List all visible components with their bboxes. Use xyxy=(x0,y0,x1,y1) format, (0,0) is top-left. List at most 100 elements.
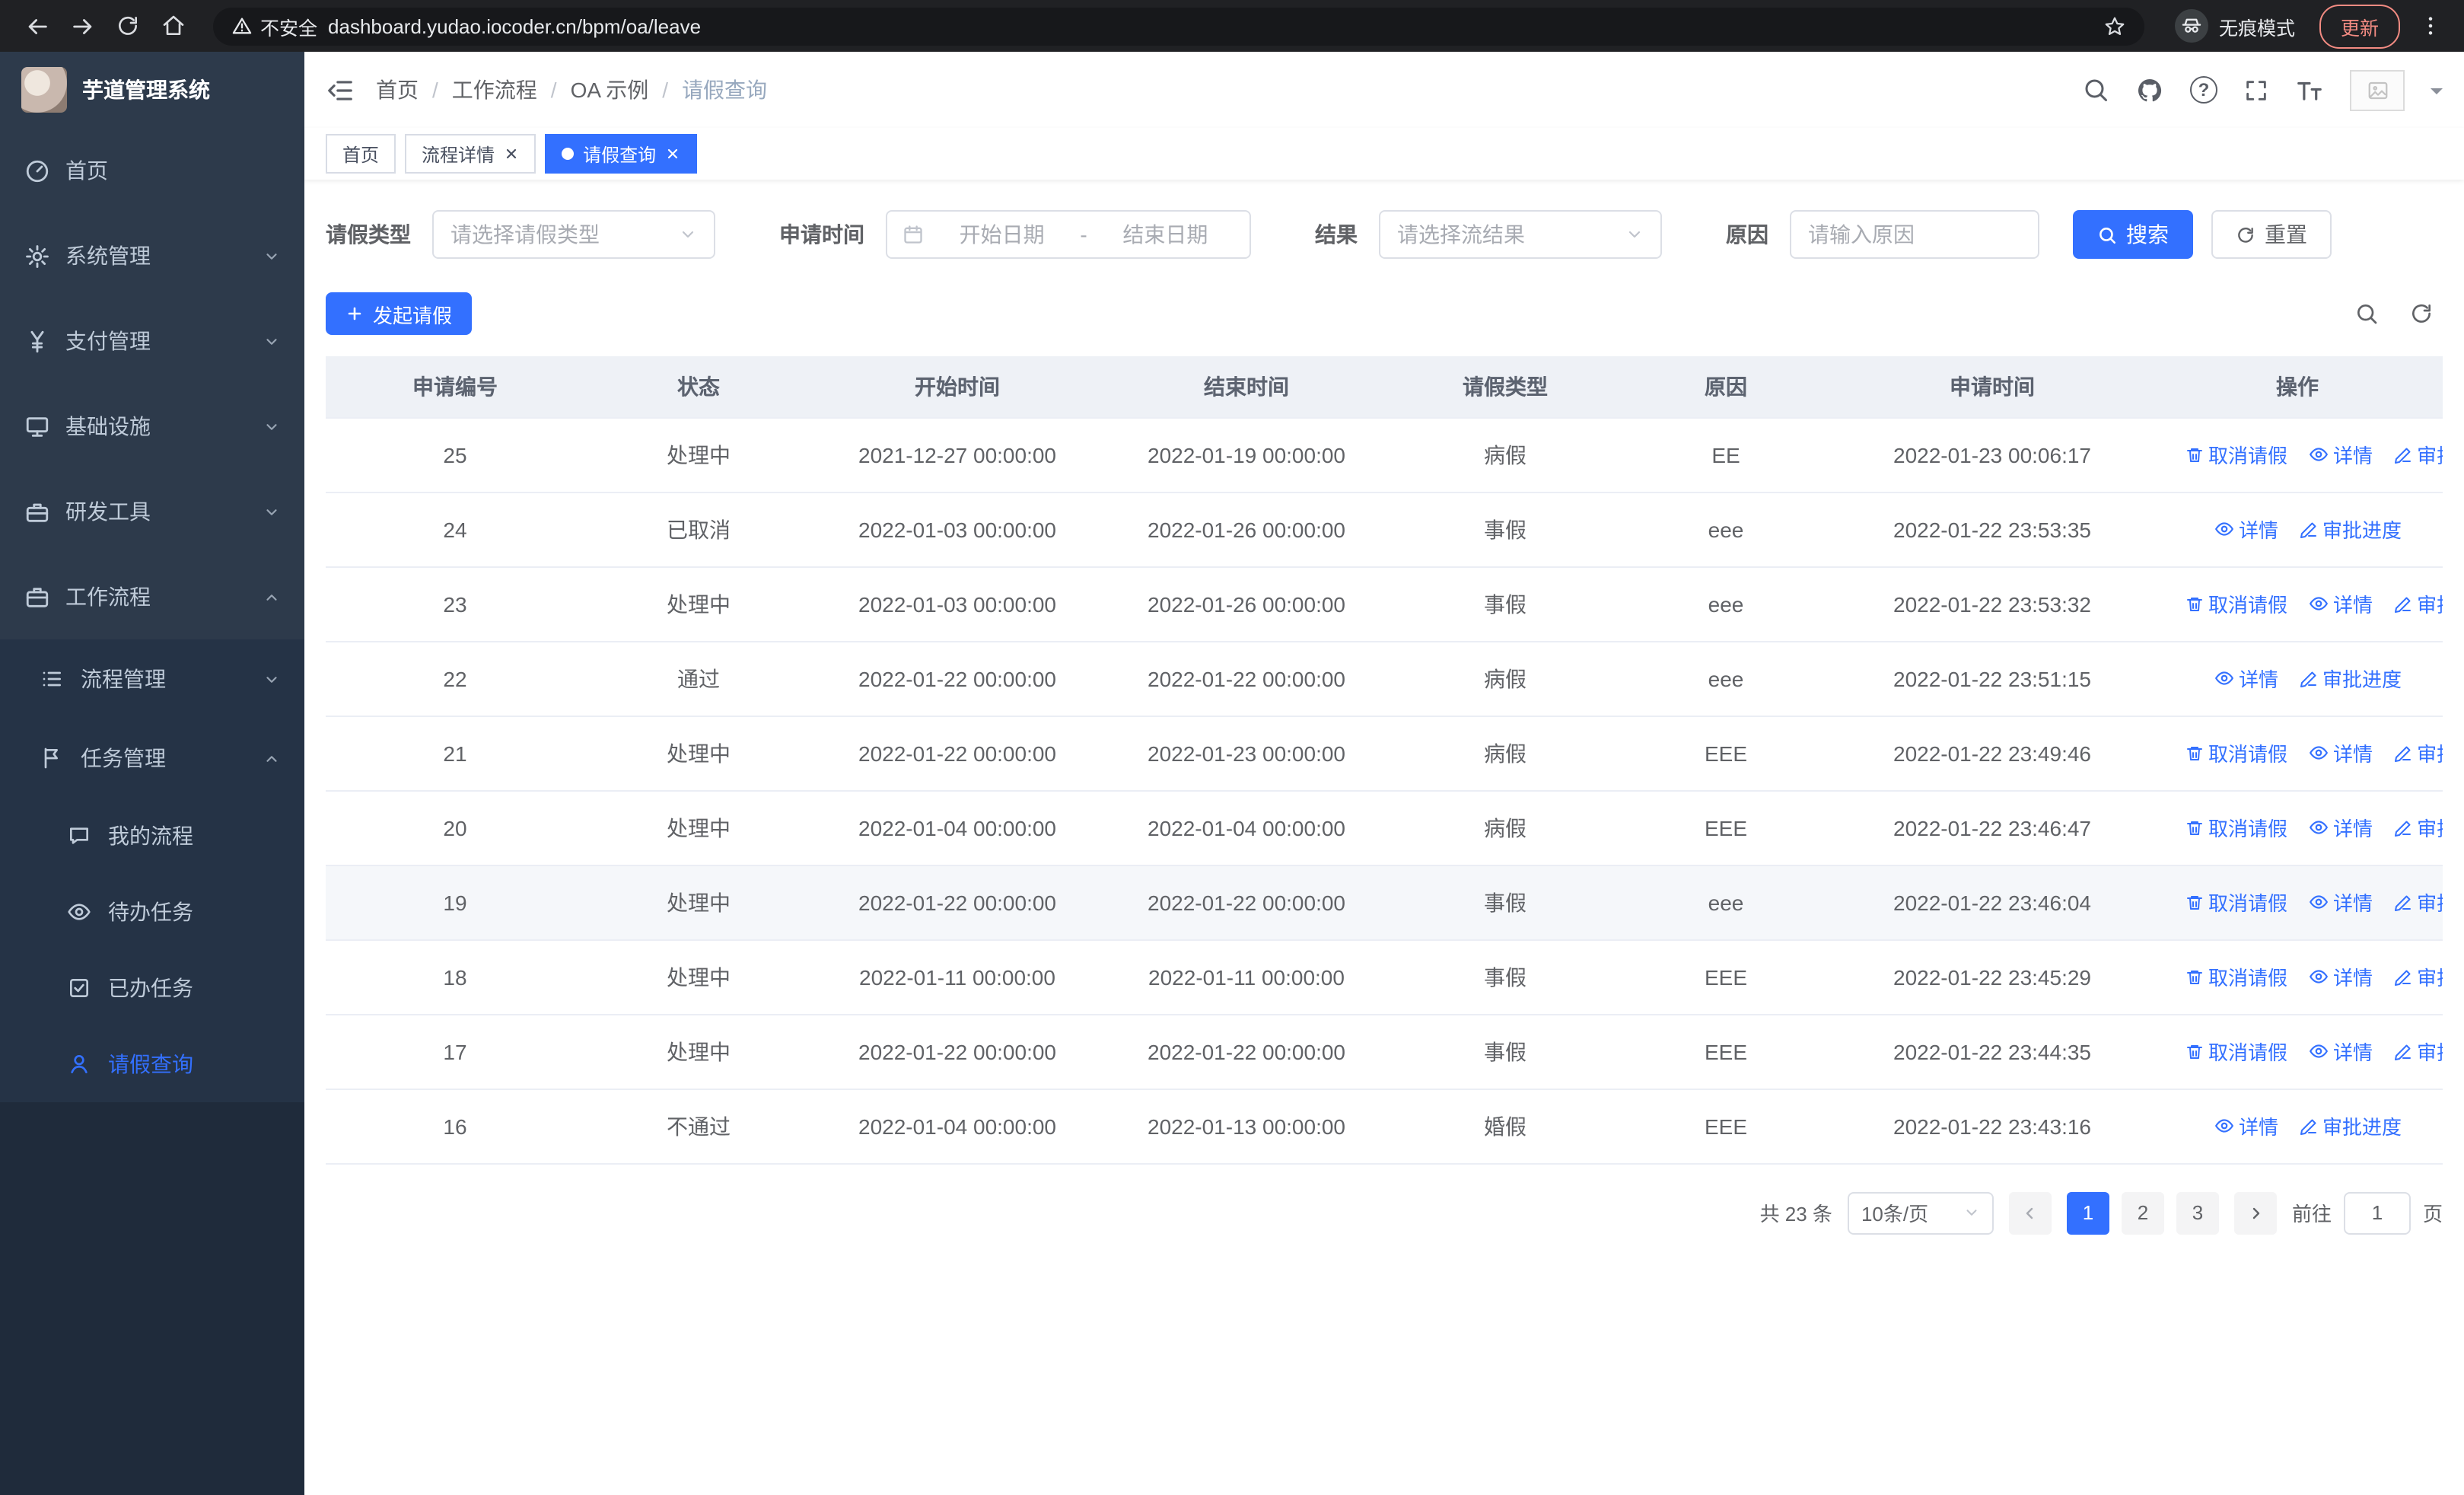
create-leave-button[interactable]: 发起请假 xyxy=(326,292,473,335)
pagination-goto: 前往 页 xyxy=(2292,1191,2443,1234)
sidebar-item-pending-tasks[interactable]: 待办任务 xyxy=(0,874,304,950)
table-row[interactable]: 25 处理中 2021-12-27 00:00:00 2022-01-19 00:00… xyxy=(326,417,2443,492)
breadcrumb-item[interactable]: 工作流程 xyxy=(452,75,537,105)
date-range-picker[interactable]: 开始日期 - 结束日期 xyxy=(886,210,1251,259)
action-label: 取消请假 xyxy=(2208,818,2288,840)
search-button[interactable]: 搜索 xyxy=(2073,210,2193,259)
approval-progress-link[interactable]: 审批进度 xyxy=(2300,515,2402,543)
cancel-leave-link[interactable]: 取消请假 xyxy=(2185,589,2287,618)
table-row[interactable]: 20 处理中 2022-01-04 00:00:00 2022-01-04 00:00… xyxy=(326,790,2443,865)
sidebar-item-my-processes[interactable]: 我的流程 xyxy=(0,798,304,874)
sidebar-item-home[interactable]: 首页 xyxy=(0,128,304,213)
detail-link[interactable]: 详情 xyxy=(2309,440,2373,469)
next-page-button[interactable] xyxy=(2233,1191,2277,1234)
reason-input[interactable] xyxy=(1790,210,2039,259)
approval-progress-link[interactable]: 审批进度 xyxy=(2300,1111,2402,1140)
detail-link[interactable]: 详情 xyxy=(2309,1037,2373,1066)
sidebar-item-devtools[interactable]: 研发工具 xyxy=(0,469,304,554)
breadcrumb-item[interactable]: 首页 xyxy=(376,75,419,105)
cancel-leave-link[interactable]: 取消请假 xyxy=(2185,1037,2287,1066)
detail-link[interactable]: 详情 xyxy=(2309,589,2373,618)
table-row[interactable]: 19 处理中 2022-01-22 00:00:00 2022-01-22 00:00… xyxy=(326,865,2443,940)
gear-icon xyxy=(24,243,50,269)
sidebar-item-workflow[interactable]: 工作流程 xyxy=(0,554,304,639)
page-button-3[interactable]: 3 xyxy=(2176,1191,2219,1234)
refresh-table-icon[interactable] xyxy=(2409,301,2434,326)
sidebar-item-task-management[interactable]: 任务管理 xyxy=(0,719,304,798)
table-row[interactable]: 22 通过 2022-01-22 00:00:00 2022-01-22 00:00:… xyxy=(326,641,2443,716)
browser-forward-button[interactable] xyxy=(61,5,103,47)
column-header: 状态 xyxy=(584,356,813,418)
github-icon[interactable] xyxy=(2135,75,2164,104)
sidebar-item-process-management[interactable]: 流程管理 xyxy=(0,639,304,719)
search-icon[interactable] xyxy=(2082,76,2109,104)
sidebar-item-payment[interactable]: 支付管理 xyxy=(0,298,304,384)
tab-leave-query[interactable]: 请假查询 xyxy=(545,134,698,174)
tab-process-detail[interactable]: 流程详情 xyxy=(405,134,536,174)
detail-link[interactable]: 详情 xyxy=(2309,962,2373,991)
detail-link[interactable]: 详情 xyxy=(2214,1111,2278,1140)
page-button-2[interactable]: 2 xyxy=(2121,1191,2164,1234)
goto-page-input[interactable] xyxy=(2343,1191,2411,1234)
detail-link[interactable]: 详情 xyxy=(2309,813,2373,842)
approval-progress-link[interactable]: 审批进度 xyxy=(2394,888,2443,916)
detail-link[interactable]: 详情 xyxy=(2214,515,2278,543)
font-size-icon[interactable] xyxy=(2295,75,2324,104)
table-row[interactable]: 24 已取消 2022-01-03 00:00:00 2022-01-26 00:00… xyxy=(326,492,2443,567)
browser-home-button[interactable] xyxy=(152,5,195,47)
approval-progress-link[interactable]: 审批进度 xyxy=(2394,589,2443,618)
approval-progress-link[interactable]: 审批进度 xyxy=(2394,738,2443,767)
table-row[interactable]: 21 处理中 2022-01-22 00:00:00 2022-01-23 00:00… xyxy=(326,716,2443,791)
close-icon[interactable] xyxy=(665,146,680,161)
cell-end: 2022-01-19 00:00:00 xyxy=(1102,417,1391,492)
table-row[interactable]: 16 不通过 2022-01-04 00:00:00 2022-01-13 00:00… xyxy=(326,1089,2443,1164)
sidebar-item-infrastructure[interactable]: 基础设施 xyxy=(0,384,304,469)
cancel-leave-link[interactable]: 取消请假 xyxy=(2185,440,2287,469)
detail-link[interactable]: 详情 xyxy=(2214,664,2278,693)
tab-home[interactable]: 首页 xyxy=(326,134,396,174)
sidebar-item-done-tasks[interactable]: 已办任务 xyxy=(0,950,304,1026)
sidebar-item-system[interactable]: 系统管理 xyxy=(0,213,304,298)
user-avatar[interactable] xyxy=(2350,69,2405,110)
security-warning[interactable]: 不安全 xyxy=(231,11,317,40)
table-row[interactable]: 17 处理中 2022-01-22 00:00:00 2022-01-22 00:00… xyxy=(326,1014,2443,1089)
approval-progress-link[interactable]: 审批进度 xyxy=(2394,1037,2443,1066)
prev-page-button[interactable] xyxy=(2008,1191,2052,1234)
page-button-1[interactable]: 1 xyxy=(2066,1191,2109,1234)
close-icon[interactable] xyxy=(504,146,519,161)
bookmark-star-icon[interactable] xyxy=(2103,14,2126,37)
detail-link[interactable]: 详情 xyxy=(2309,888,2373,916)
flag-icon xyxy=(40,745,65,771)
browser-menu-button[interactable] xyxy=(2412,14,2449,38)
reset-button[interactable]: 重置 xyxy=(2211,210,2332,259)
chevron-down-icon xyxy=(263,333,280,349)
help-icon[interactable]: ? xyxy=(2190,76,2217,104)
approval-progress-link[interactable]: 审批进度 xyxy=(2394,813,2443,842)
cancel-leave-link[interactable]: 取消请假 xyxy=(2185,813,2287,842)
approval-progress-link[interactable]: 审批进度 xyxy=(2300,664,2402,693)
detail-link[interactable]: 详情 xyxy=(2309,738,2373,767)
result-select[interactable]: 请选择流结果 xyxy=(1379,210,1662,259)
approval-progress-link[interactable]: 审批进度 xyxy=(2394,440,2443,469)
search-toggle-icon[interactable] xyxy=(2354,301,2379,326)
table-row[interactable]: 23 处理中 2022-01-03 00:00:00 2022-01-26 00:00… xyxy=(326,566,2443,642)
browser-reload-button[interactable] xyxy=(107,5,149,47)
address-bar[interactable]: 不安全 dashboard.yudao.iocoder.cn/bpm/oa/le… xyxy=(213,7,2144,45)
cell-type: 事假 xyxy=(1391,566,1619,642)
cancel-leave-link[interactable]: 取消请假 xyxy=(2185,738,2287,767)
sidebar-item-label: 流程管理 xyxy=(81,667,166,691)
cancel-leave-link[interactable]: 取消请假 xyxy=(2185,962,2287,991)
approval-progress-link[interactable]: 审批进度 xyxy=(2394,962,2443,991)
browser-back-button[interactable] xyxy=(15,5,58,47)
avatar-caret-icon[interactable] xyxy=(2431,88,2443,100)
leave-type-select[interactable]: 请选择请假类型 xyxy=(432,210,715,259)
sidebar-item-leave-query[interactable]: 请假查询 xyxy=(0,1026,304,1102)
cancel-leave-link[interactable]: 取消请假 xyxy=(2185,888,2287,916)
table-row[interactable]: 18 处理中 2022-01-11 00:00:00 2022-01-11 00:00… xyxy=(326,939,2443,1015)
fullscreen-icon[interactable] xyxy=(2243,77,2269,103)
action-label: 审批进度 xyxy=(2322,668,2402,691)
browser-update-button[interactable]: 更新 xyxy=(2319,4,2400,48)
breadcrumb-item[interactable]: OA 示例 xyxy=(571,75,649,105)
menu-fold-icon[interactable] xyxy=(326,75,355,104)
page-size-select[interactable]: 10条/页 xyxy=(1847,1191,1994,1234)
